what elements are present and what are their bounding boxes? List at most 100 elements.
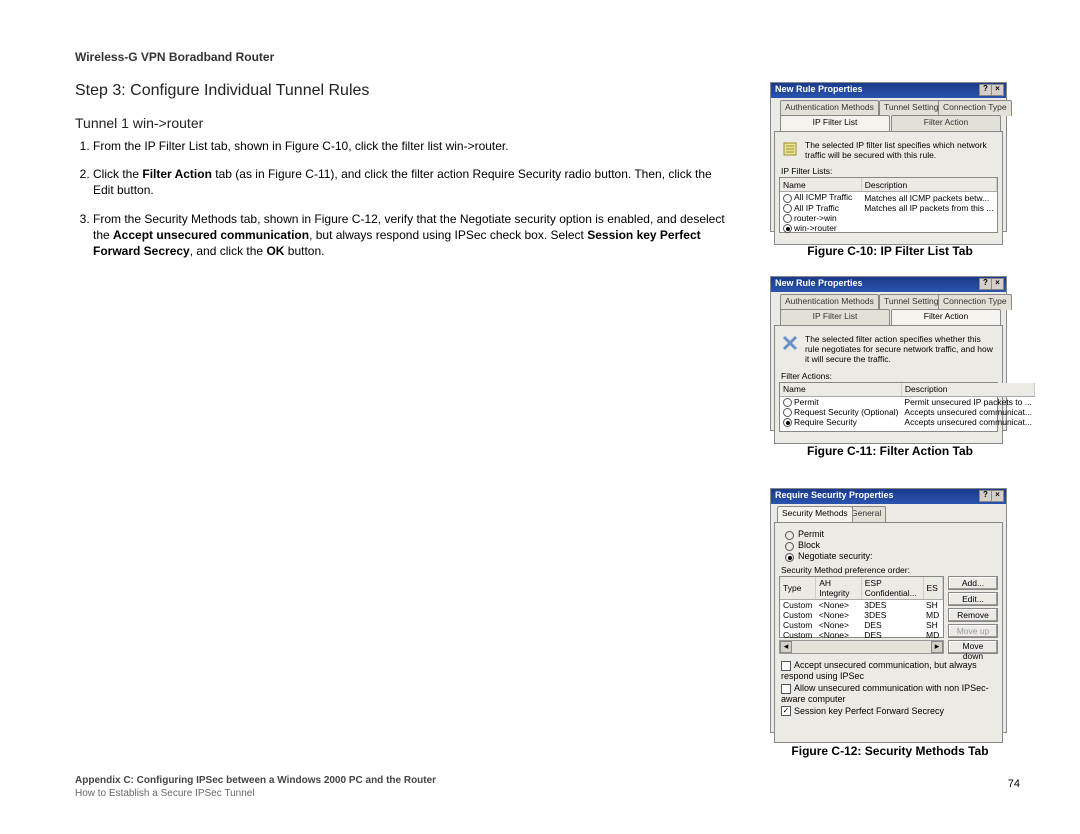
titlebar[interactable]: Require Security Properties ? ×: [771, 489, 1006, 504]
col-ah[interactable]: AH Integrity: [816, 577, 862, 600]
tab-connection[interactable]: Connection Type: [938, 294, 1012, 310]
table-row[interactable]: router->win: [780, 213, 997, 223]
cell: Permit unsecured IP packets to ...: [901, 396, 1035, 407]
radio-icon[interactable]: [783, 214, 792, 223]
filter-action-icon: [781, 334, 799, 352]
close-icon[interactable]: ×: [991, 490, 1004, 502]
titlebar[interactable]: New Rule Properties ? ×: [771, 277, 1006, 292]
tab-filter-action[interactable]: Filter Action: [891, 115, 1001, 131]
tab-ip-filter-list[interactable]: IP Filter List: [780, 115, 890, 131]
cell: Custom: [780, 610, 816, 620]
tabs-row-2: IP Filter List Filter Action: [771, 115, 1006, 131]
col-esp[interactable]: ESP Confidential...: [861, 577, 923, 600]
col-name[interactable]: Name: [780, 383, 901, 397]
radio-icon[interactable]: [783, 204, 792, 213]
pref-label: Security Method preference order:: [781, 565, 998, 575]
check-allow-unsecured[interactable]: Allow unsecured communication with non I…: [781, 683, 998, 704]
cell: Custom: [780, 630, 816, 640]
table-row[interactable]: All IP TrafficMatches all IP packets fro…: [780, 203, 997, 213]
col-desc[interactable]: Description: [901, 383, 1035, 397]
tab-security-methods[interactable]: Security Methods: [777, 506, 853, 522]
cell: DES: [861, 630, 923, 640]
radio-block[interactable]: Block: [785, 540, 998, 550]
tab-tunnel[interactable]: Tunnel Setting: [879, 100, 944, 116]
cell: Matches all IP packets from this ...: [861, 203, 996, 213]
cell: Accepts unsecured communicat...: [901, 407, 1035, 417]
tab-authentication[interactable]: Authentication Methods: [780, 294, 879, 310]
table-row[interactable]: Custom<None>3DESSH: [780, 600, 943, 611]
close-icon[interactable]: ×: [991, 84, 1004, 96]
table-row[interactable]: Custom<None>DESMD: [780, 630, 943, 640]
tab-tunnel[interactable]: Tunnel Setting: [879, 294, 944, 310]
panel: The selected filter action specifies whe…: [774, 325, 1003, 444]
tabs-row-2: IP Filter List Filter Action: [771, 309, 1006, 325]
table-row[interactable]: Request Security (Optional)Accepts unsec…: [780, 407, 1035, 417]
check-accept-unsecured[interactable]: Accept unsecured communication, but alwa…: [781, 660, 998, 681]
list-label: Filter Actions:: [781, 371, 998, 381]
add-button[interactable]: Add...: [948, 576, 998, 590]
figure-c12-caption: Figure C-12: Security Methods Tab: [770, 744, 1010, 758]
scroll-left-icon[interactable]: ◂: [780, 641, 792, 653]
checkbox-icon: [781, 661, 791, 671]
checkbox-icon: [781, 684, 791, 694]
radio-icon[interactable]: [783, 408, 792, 417]
table-row[interactable]: Custom<None>DESSH: [780, 620, 943, 630]
cell: MD: [923, 610, 943, 620]
cell: Custom: [780, 600, 816, 611]
table-row[interactable]: PermitPermit unsecured IP packets to ...: [780, 396, 1035, 407]
tab-ip-filter-list[interactable]: IP Filter List: [780, 309, 890, 325]
tabs-row-1: Authentication Methods Tunnel Setting Co…: [771, 100, 1006, 116]
table-row[interactable]: win->router: [780, 223, 997, 233]
cell: [861, 213, 996, 223]
tabs-row: Security Methods General: [771, 506, 1006, 522]
table-row[interactable]: Require Security Accepts unsecured commun…: [780, 417, 1035, 427]
instr-text: , but always respond using IPSec check b…: [309, 228, 587, 242]
radio-icon[interactable]: [783, 398, 792, 407]
check-pfs[interactable]: ✓Session key Perfect Forward Secrecy: [781, 706, 998, 717]
dialog-title: New Rule Properties: [775, 278, 863, 288]
move-down-button[interactable]: Move down: [948, 640, 998, 654]
instruction-list: From the IP Filter List tab, shown in Fi…: [75, 138, 733, 271]
page-number: 74: [1008, 778, 1020, 790]
cell: <None>: [816, 620, 862, 630]
footer-subtitle: How to Establish a Secure IPSec Tunnel: [75, 787, 436, 800]
table-row[interactable]: All ICMP TrafficMatches all ICMP packets…: [780, 192, 997, 203]
col-type[interactable]: Type: [780, 577, 816, 600]
titlebar[interactable]: New Rule Properties ? ×: [771, 83, 1006, 98]
step-subtitle: Tunnel 1 win->router: [75, 115, 203, 131]
ip-filter-listbox[interactable]: Name Description All ICMP TrafficMatches…: [779, 177, 998, 233]
col-es[interactable]: ES: [923, 577, 943, 600]
cell: MD: [923, 630, 943, 640]
close-icon[interactable]: ×: [991, 278, 1004, 290]
radio-icon[interactable]: [783, 224, 792, 233]
remove-button[interactable]: Remove: [948, 608, 998, 622]
table-row[interactable]: Custom<None>3DESMD: [780, 610, 943, 620]
tab-authentication[interactable]: Authentication Methods: [780, 100, 879, 116]
col-desc[interactable]: Description: [861, 178, 996, 192]
edit-button[interactable]: Edit...: [948, 592, 998, 606]
list-item: From the Security Methods tab, shown in …: [93, 211, 733, 260]
radio-icon[interactable]: [783, 194, 792, 203]
radio-permit[interactable]: Permit: [785, 529, 998, 539]
cell: <None>: [816, 610, 862, 620]
radio-icon: [785, 553, 794, 562]
radio-negotiate[interactable]: Negotiate security:: [785, 551, 998, 561]
figure-c12-dialog: Require Security Properties ? × Security…: [770, 488, 1007, 733]
radio-icon[interactable]: [783, 418, 792, 427]
cell: Accepts unsecured communicat...: [901, 417, 1035, 427]
col-name[interactable]: Name: [780, 178, 861, 192]
cell: Custom: [780, 620, 816, 630]
tab-filter-action[interactable]: Filter Action: [891, 309, 1001, 325]
tab-connection[interactable]: Connection Type: [938, 100, 1012, 116]
security-methods-listbox[interactable]: Type AH Integrity ESP Confidential... ES…: [779, 576, 944, 638]
cell: win->router: [794, 223, 837, 233]
move-up-button[interactable]: Move up: [948, 624, 998, 638]
footer-appendix: Appendix C: Configuring IPSec between a …: [75, 774, 436, 787]
filter-actions-listbox[interactable]: Name Description PermitPermit unsecured …: [779, 382, 998, 432]
check-label: Session key Perfect Forward Secrecy: [794, 706, 944, 716]
checkbox-icon: ✓: [781, 706, 791, 716]
cell: Require Security: [794, 417, 857, 427]
scroll-right-icon[interactable]: ▸: [931, 641, 943, 653]
h-scrollbar[interactable]: ◂ ▸: [779, 640, 944, 654]
cell: 3DES: [861, 610, 923, 620]
